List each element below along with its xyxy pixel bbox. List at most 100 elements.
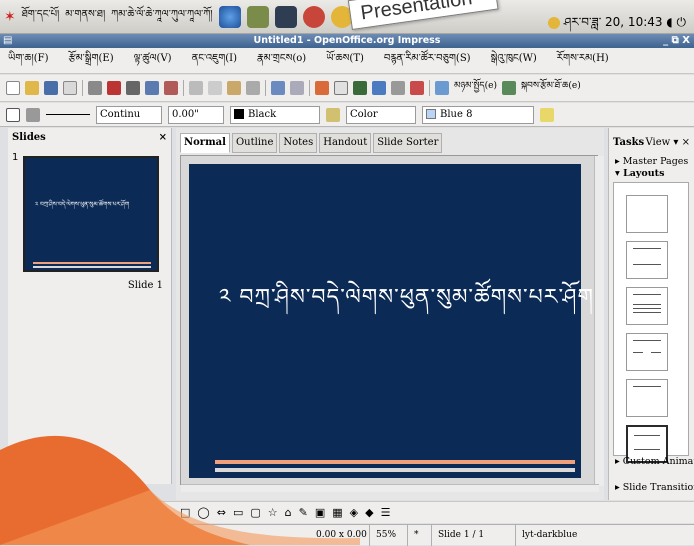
- tasks-panel: Tasks View ▾ × ▸ Master Pages ▾ Layouts …: [608, 128, 694, 500]
- tab-normal[interactable]: Normal: [180, 133, 230, 153]
- close-icon[interactable]: ×: [159, 132, 167, 143]
- power-icon[interactable]: ⏻: [677, 15, 687, 29]
- effects-icon[interactable]: ◆: [365, 506, 373, 519]
- gallery-icon[interactable]: [410, 81, 424, 95]
- thumbnail-text: ༢ བཀྲ་ཤིས་བདེ་ལེགས་ཕུན་སུམ་ཚོགས་པར་ཤོག: [35, 201, 130, 208]
- tab-handout[interactable]: Handout: [319, 133, 372, 153]
- globe-launcher-icon[interactable]: [218, 5, 241, 28]
- line-style-select[interactable]: Continu: [96, 105, 162, 124]
- print-icon[interactable]: [126, 81, 140, 95]
- shadow-icon[interactable]: [540, 107, 554, 122]
- email-icon[interactable]: [63, 81, 77, 95]
- separator: [309, 80, 310, 96]
- slide-label: Slide 1: [127, 280, 163, 291]
- section-master-pages[interactable]: ▸ Master Pages: [609, 156, 694, 168]
- section-layouts[interactable]: ▾ Layouts: [609, 168, 694, 180]
- menu-slideshow[interactable]: བརྙན་རིམ་ཚོར་བཅུག(S): [384, 47, 471, 75]
- menu-file[interactable]: ཡིག་ཆ།(F): [8, 47, 48, 75]
- standard-toolbar: མཉམ་སྤྱོད(e) སྐབས་རྩོམ་ཐོ་ཆ(e): [0, 75, 694, 102]
- vertical-scrollbar[interactable]: [594, 156, 604, 486]
- template-icon[interactable]: [501, 81, 516, 95]
- redo-icon[interactable]: [290, 81, 304, 95]
- paste-icon[interactable]: [227, 81, 241, 95]
- area-style-select[interactable]: Color: [346, 105, 416, 124]
- status-modified: *: [408, 524, 432, 546]
- clock-text: ཤར་བ་ཟླ་ 20, 10:43: [563, 15, 663, 29]
- window-title: Untitled1 - OpenOffice.org Impress: [253, 35, 441, 46]
- zoom-icon[interactable]: [391, 81, 405, 95]
- line-color-label: Black: [248, 108, 277, 120]
- tasks-view-menu[interactable]: View ▾ ×: [646, 137, 691, 148]
- layout-two-columns[interactable]: [626, 333, 668, 371]
- chart-icon[interactable]: [315, 81, 329, 95]
- layout-title-only[interactable]: [626, 379, 668, 417]
- layout-title-content[interactable]: [626, 241, 668, 279]
- spellcheck-icon[interactable]: [145, 81, 159, 95]
- menu-format[interactable]: རྣམ་གྲངས(o): [257, 47, 306, 75]
- menu-view[interactable]: ལྟ་ཚུལ(V): [134, 47, 172, 75]
- line-arrow-icon[interactable]: [26, 107, 40, 122]
- top-menu-2[interactable]: མ་གནས་ཐ།: [65, 3, 105, 31]
- window-controls[interactable]: _ ⧉ X: [663, 34, 690, 48]
- monitor-launcher-icon[interactable]: [274, 5, 297, 28]
- menu-help[interactable]: རོགས་རམ(H): [557, 47, 609, 75]
- pdf-icon[interactable]: [107, 81, 121, 95]
- tasks-bottom-sections: ▸ Custom Animation ▸ Slide Transition: [609, 456, 694, 494]
- notes-launcher-icon[interactable]: [246, 5, 269, 28]
- top-menu-3[interactable]: ཀམ་ཆེ་ལོ་ཆེ་ཀཱལ་ཀུལ་ཀཱལ་ཀོ།: [111, 3, 212, 31]
- top-menu-1[interactable]: ཐོག་དང་པོ།: [22, 3, 59, 31]
- menu-window[interactable]: སྒེའུ་ཁུང(W): [491, 47, 537, 75]
- layout-blank[interactable]: [626, 195, 668, 233]
- view-tabs: Normal Outline Notes Handout Slide Sorte…: [180, 133, 443, 153]
- system-top-bar: ✶ ཐོག་དང་པོ། མ་གནས་ཐ། ཀམ་ཆེ་ལོ་ཆེ་ཀཱལ་ཀུ…: [0, 0, 694, 34]
- open-icon[interactable]: [25, 81, 39, 95]
- draw-functions-icon[interactable]: [372, 81, 386, 95]
- menu-tools[interactable]: ཡོ་ཆས(T): [326, 47, 364, 75]
- tab-notes[interactable]: Notes: [279, 133, 318, 153]
- section-master-pages-label: Master Pages: [622, 156, 689, 167]
- line-fill-toolbar: Continu 0.00" Black Color Blue 8: [0, 103, 694, 127]
- grid-icon[interactable]: [6, 107, 20, 122]
- template-label[interactable]: སྐབས་རྩོམ་ཐོ་ཆ(e): [521, 76, 581, 101]
- collaborate-label[interactable]: མཉམ་སྤྱོད(e): [454, 76, 497, 101]
- save-icon[interactable]: [44, 81, 58, 95]
- table-icon[interactable]: [334, 81, 348, 95]
- tasks-header: Tasks View ▾ ×: [609, 128, 694, 156]
- game-launcher-icon[interactable]: [302, 5, 325, 28]
- thumb-line-gray: [33, 266, 151, 268]
- volume-icon[interactable]: ◖: [666, 15, 672, 29]
- copy-icon[interactable]: [208, 81, 222, 95]
- layout-title-list[interactable]: [626, 287, 668, 325]
- status-slide: Slide 1 / 1: [432, 524, 516, 546]
- line-color-select[interactable]: Black: [230, 105, 320, 124]
- menu-insert[interactable]: ནང་འཇུག(I): [192, 47, 237, 75]
- tab-slide-sorter[interactable]: Slide Sorter: [373, 133, 443, 153]
- undo-icon[interactable]: [271, 81, 285, 95]
- collaborate-icon[interactable]: [435, 81, 449, 95]
- blue-swatch: [426, 109, 436, 119]
- tasks-title: Tasks: [613, 136, 645, 148]
- new-icon[interactable]: [6, 81, 20, 95]
- slide-number: 1: [12, 152, 19, 163]
- edit-file-icon[interactable]: [88, 81, 102, 95]
- autospell-icon[interactable]: [164, 81, 178, 95]
- slides-panel-header: Slides ×: [8, 128, 171, 146]
- section-slide-transition[interactable]: ▸ Slide Transition: [609, 482, 694, 494]
- slide-thumbnail[interactable]: ༢ བཀྲ་ཤིས་བདེ་ལེགས་ཕུན་སུམ་ཚོགས་པར་ཤོག: [23, 156, 159, 272]
- align-icon[interactable]: ☰: [381, 506, 391, 519]
- app-menu-icon[interactable]: ✶: [4, 9, 16, 25]
- status-layout: lyt-darkblue: [522, 529, 578, 540]
- navigator-icon[interactable]: [353, 81, 367, 95]
- section-custom-animation[interactable]: ▸ Custom Animation: [609, 456, 694, 468]
- cut-icon[interactable]: [189, 81, 203, 95]
- slides-panel-title: Slides: [12, 131, 46, 143]
- status-zoom[interactable]: 55%: [370, 524, 408, 546]
- slide-text[interactable]: ༢ བཀྲ་ཤིས་བདེ་ལེགས་ཕུན་སུམ་ཚོགས་པར་ཤོག: [219, 272, 593, 334]
- area-color-select[interactable]: Blue 8: [422, 105, 534, 124]
- separator: [429, 80, 430, 96]
- format-paint-icon[interactable]: [246, 81, 260, 95]
- tab-outline[interactable]: Outline: [231, 133, 278, 153]
- menu-edit[interactable]: རྩོམ་སྒྲིག(E): [68, 47, 113, 75]
- area-icon[interactable]: [326, 107, 340, 122]
- line-width-field[interactable]: 0.00": [168, 105, 224, 124]
